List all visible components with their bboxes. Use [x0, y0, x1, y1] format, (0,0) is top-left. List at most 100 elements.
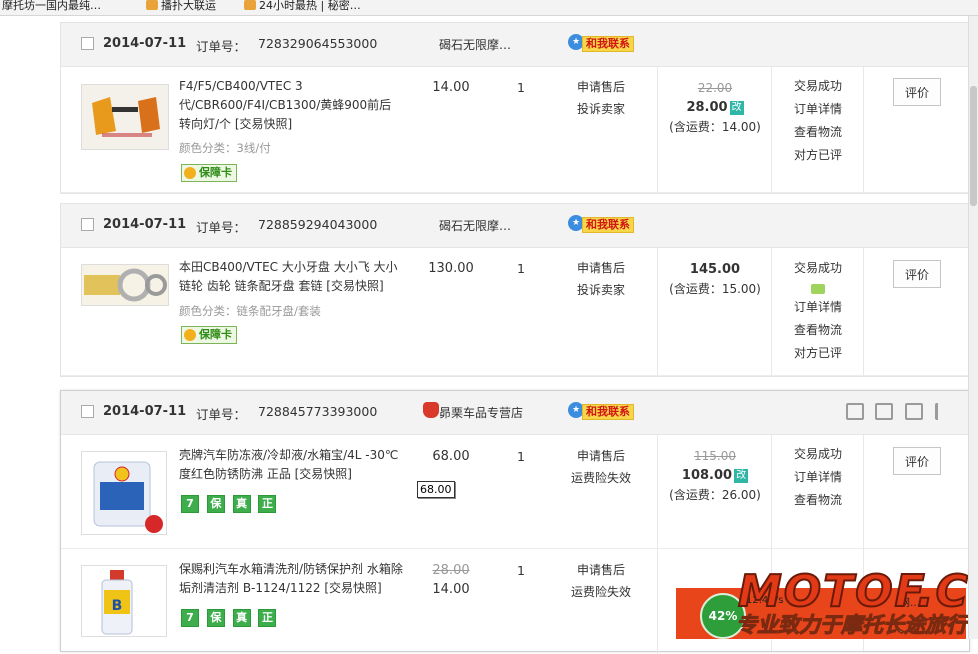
total-amount: 145.00 — [689, 262, 741, 277]
contact-seller-label: 和我联系 — [582, 36, 634, 52]
chat-icon[interactable] — [811, 283, 825, 294]
product-thumbnail[interactable] — [81, 451, 167, 535]
column-divider — [657, 67, 658, 192]
column-divider — [657, 248, 658, 375]
order-item-row: F4/F5/CB400/VTEC 3代/CBR600/F4I/CB1300/黄蜂… — [61, 67, 969, 193]
other-party-rated: 对方已评 — [793, 148, 842, 162]
watermark-slogan: 专业致力于摩托长途旅行 — [736, 613, 968, 638]
guarantee-icon[interactable]: 保 — [206, 495, 225, 513]
quantity: 1 — [517, 80, 525, 95]
after-sale-links: 申请售后 投诉卖家 — [561, 257, 641, 301]
quantity: 1 — [517, 563, 525, 578]
order-number-label: 订单号： — [196, 407, 247, 422]
authentic-icon[interactable]: 正 — [258, 609, 277, 627]
total-amount: 108.00 — [681, 468, 733, 483]
after-sale-links: 申请售后 投诉卖家 — [561, 76, 641, 120]
vertical-scrollbar[interactable] — [968, 16, 978, 639]
quantity: 1 — [517, 261, 525, 276]
svg-text:B: B — [112, 598, 123, 614]
order-number-label: 订单号： — [196, 39, 247, 54]
genuine-icon[interactable]: 真 — [232, 609, 251, 627]
shipping-insurance-status: 运费险失效 — [570, 585, 631, 599]
complain-seller-link[interactable]: 投诉卖家 — [561, 98, 641, 120]
rate-button[interactable]: 评价 — [893, 260, 941, 288]
rate-button[interactable]: 评价 — [893, 78, 941, 106]
guarantee-card-badge[interactable]: 保障卡 — [181, 164, 237, 182]
column-divider — [657, 435, 658, 548]
trade-success-status[interactable]: 交易成功 — [773, 257, 863, 280]
bookmark-item[interactable]: 摩托坊一国内最纯… — [2, 0, 101, 13]
order-detail-link[interactable]: 订单详情 — [773, 296, 863, 319]
genuine-icon[interactable]: 真 — [232, 495, 251, 513]
apply-after-sale-link[interactable]: 申请售后 — [561, 559, 641, 581]
view-logistics-link[interactable]: 查看物流 — [773, 121, 863, 144]
order-number: 728845773393000 — [258, 404, 378, 419]
trade-success-status[interactable]: 交易成功 — [773, 75, 863, 98]
service-tags: 7 保 真 正 — [181, 495, 280, 513]
column-divider — [657, 549, 658, 654]
bookmark-icon — [146, 0, 158, 10]
order-checkbox[interactable] — [81, 218, 94, 231]
order-header: 2014-07-11 订单号： 728859294043000 碣石无限摩… ★… — [61, 204, 969, 248]
upload-icon[interactable] — [875, 403, 894, 420]
apply-after-sale-link[interactable]: 申请售后 — [561, 76, 641, 98]
trash-icon[interactable] — [905, 403, 924, 420]
order-number-label: 订单号： — [196, 220, 247, 235]
price-tooltip: 68.00 — [417, 481, 455, 498]
product-thumbnail[interactable]: B — [81, 565, 167, 637]
order-date: 2014-07-11 — [103, 217, 187, 232]
order-item-row: 本田CB400/VTEC 大小牙盘 大小飞 大小链轮 齿轮 链条配牙盘 套链 [… — [61, 248, 969, 376]
shipping-fee: (含运费：26.00) — [669, 488, 761, 502]
chat-mini-wrap — [773, 280, 863, 296]
apply-after-sale-link[interactable]: 申请售后 — [561, 445, 641, 467]
order-amount: 22.00 28.00 改 (含运费：14.00) — [659, 79, 771, 137]
shipping-fee: (含运费：14.00) — [669, 120, 761, 134]
after-sale-links: 申请售后 运费险失效 — [561, 445, 641, 489]
total-amount: 28.00 — [686, 100, 728, 115]
product-thumbnail[interactable] — [81, 84, 169, 150]
column-divider — [771, 67, 772, 192]
product-name-link[interactable]: 壳牌汽车防冻液/冷却液/水箱宝/4L -30℃度红色防锈防沸 正品 [交易快照] — [179, 446, 403, 484]
view-logistics-link[interactable]: 查看物流 — [773, 489, 863, 512]
modify-price-icon[interactable]: 改 — [729, 101, 744, 115]
apply-after-sale-link[interactable]: 申请售后 — [561, 257, 641, 279]
shop-name-link[interactable]: 昴栗车品专营店 — [439, 404, 523, 421]
order-checkbox[interactable] — [81, 405, 94, 418]
complain-seller-link[interactable]: 投诉卖家 — [561, 279, 641, 301]
order-header: 2014-07-11 订单号： 728845773393000 昴栗车品专营店 … — [61, 391, 969, 435]
order-date: 2014-07-11 — [103, 36, 187, 51]
product-thumbnail[interactable] — [81, 264, 169, 306]
scrollbar-thumb[interactable] — [970, 86, 977, 206]
unit-price: 68.00 — [432, 449, 470, 464]
seven-day-return-icon[interactable]: 7 — [181, 609, 199, 627]
product-name-link[interactable]: 本田CB400/VTEC 大小牙盘 大小飞 大小链轮 齿轮 链条配牙盘 套链 [… — [179, 258, 403, 296]
order-amount: 115.00 108.00 改 (含运费：26.00) — [659, 447, 771, 505]
trade-success-status[interactable]: 交易成功 — [773, 443, 863, 466]
bookmarks-bar: 摩托坊一国内最纯… 播扑大联运 24小时最热 | 秘密… — [0, 0, 978, 16]
guarantee-icon[interactable]: 保 — [206, 609, 225, 627]
unit-price: 14.00 — [432, 80, 470, 95]
shop-name-link[interactable]: 碣石无限摩… — [439, 217, 511, 234]
bookmark-item[interactable]: 24小时最热 | 秘密… — [244, 0, 361, 13]
column-divider — [863, 67, 864, 192]
shop-name-link[interactable]: 碣石无限摩… — [439, 36, 511, 53]
order-checkbox[interactable] — [81, 37, 94, 50]
modify-price-icon[interactable]: 改 — [734, 469, 749, 483]
contact-seller-label: 和我联系 — [582, 404, 634, 420]
other-party-rated: 对方已评 — [793, 346, 842, 360]
share-icon[interactable] — [845, 403, 864, 420]
order-number: 728859294043000 — [258, 217, 378, 232]
order-detail-link[interactable]: 订单详情 — [773, 466, 863, 489]
flag-icon[interactable] — [935, 403, 949, 420]
original-unit-price: 28.00 — [432, 563, 470, 578]
bookmark-item[interactable]: 播扑大联运 — [146, 0, 216, 13]
order-detail-link[interactable]: 订单详情 — [773, 98, 863, 121]
product-name-link[interactable]: F4/F5/CB400/VTEC 3代/CBR600/F4I/CB1300/黄蜂… — [179, 77, 403, 134]
authentic-icon[interactable]: 正 — [258, 495, 277, 513]
quantity: 1 — [517, 449, 525, 464]
seven-day-return-icon[interactable]: 7 — [181, 495, 199, 513]
view-logistics-link[interactable]: 查看物流 — [773, 319, 863, 342]
guarantee-card-badge[interactable]: 保障卡 — [181, 326, 237, 344]
product-name-link[interactable]: 保赐利汽车水箱清洗剂/防锈保护剂 水箱除垢剂清洁剂 B-1124/1122 [交… — [179, 560, 403, 598]
rate-button[interactable]: 评价 — [893, 447, 941, 475]
